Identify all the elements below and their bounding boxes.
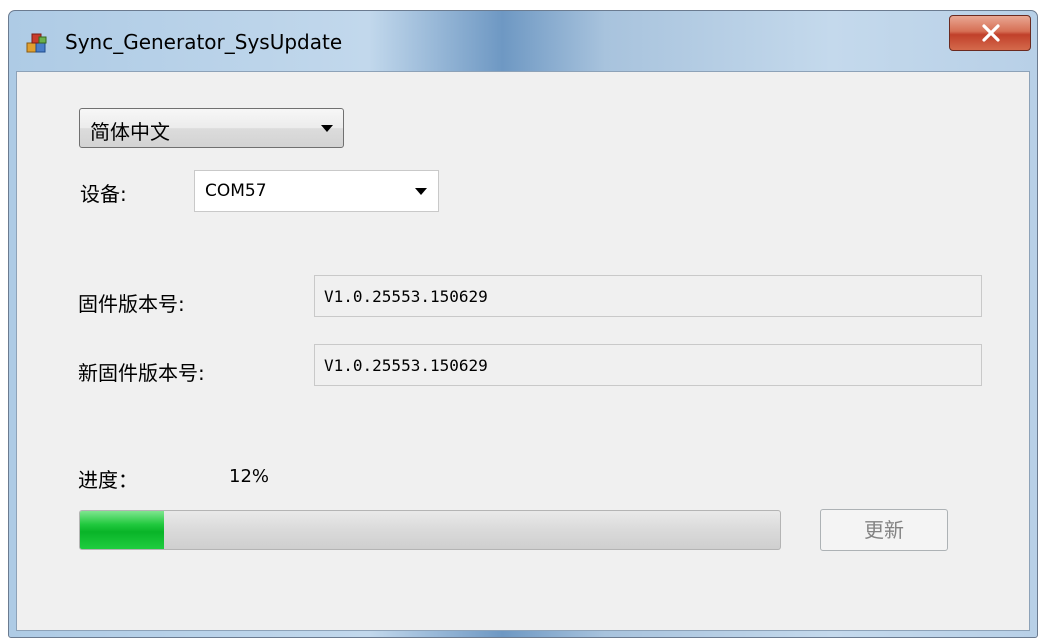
firmware-version-value: V1.0.25553.150629 (324, 287, 488, 306)
progress-percent: 12% (229, 466, 270, 487)
client-area: 简体中文 设备: COM57 固件版本号: V1.0.25553.150629 … (16, 71, 1030, 631)
device-select[interactable]: COM57 (194, 170, 439, 212)
progress-label: 进度： (78, 468, 138, 492)
chevron-down-icon (415, 188, 427, 195)
app-blocks-icon (25, 31, 49, 55)
close-icon (982, 24, 1000, 42)
new-firmware-version-value: V1.0.25553.150629 (324, 356, 488, 375)
language-select[interactable]: 简体中文 (79, 108, 344, 148)
progress-bar-fill (80, 511, 164, 549)
device-selected-value: COM57 (205, 181, 267, 201)
app-window: Sync_Generator_SysUpdate 简体中文 设备: COM57 … (8, 10, 1038, 638)
firmware-version-label: 固件版本号: (78, 292, 185, 316)
chevron-down-icon (321, 125, 333, 132)
close-button[interactable] (949, 15, 1031, 51)
language-selected-value: 简体中文 (90, 120, 170, 144)
update-button[interactable]: 更新 (820, 509, 948, 551)
firmware-version-field: V1.0.25553.150629 (314, 275, 982, 317)
window-title: Sync_Generator_SysUpdate (65, 30, 343, 54)
progress-bar (79, 510, 781, 550)
device-label: 设备: (80, 182, 127, 206)
new-firmware-version-label: 新固件版本号: (78, 361, 205, 385)
new-firmware-version-field: V1.0.25553.150629 (314, 344, 982, 386)
title-bar[interactable]: Sync_Generator_SysUpdate (9, 11, 1037, 71)
